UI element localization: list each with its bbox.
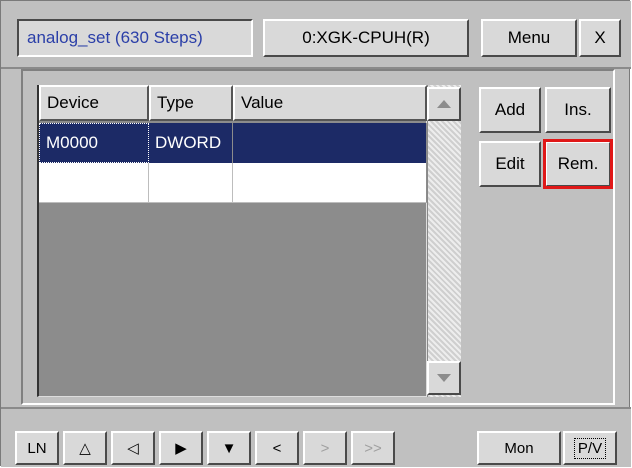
column-header-device[interactable]: Device xyxy=(39,85,149,121)
table-row-device[interactable]: M0000 xyxy=(39,123,149,163)
table-row-type[interactable] xyxy=(149,163,233,203)
table-row-value[interactable] xyxy=(233,163,427,203)
column-header-value[interactable]: Value xyxy=(233,85,427,121)
close-button[interactable]: X xyxy=(579,19,621,57)
pv-button[interactable]: P/V xyxy=(563,431,617,465)
triangle-down-icon xyxy=(437,374,451,382)
plc-monitor-window: analog_set (630 Steps) 0:XGK-CPUH(R) Men… xyxy=(0,0,631,467)
triangle-up-outline-button[interactable]: △ xyxy=(63,431,107,465)
monitor-button[interactable]: Mon xyxy=(477,431,561,465)
cpu-button[interactable]: 0:XGK-CPUH(R) xyxy=(263,19,469,57)
table-row-value[interactable] xyxy=(233,123,427,163)
column-header-type[interactable]: Type xyxy=(149,85,233,121)
triangle-right-button[interactable]: ▶ xyxy=(159,431,203,465)
scroll-down-button[interactable] xyxy=(427,361,461,395)
triangle-left-button[interactable]: ◁ xyxy=(111,431,155,465)
pv-label: P/V xyxy=(573,437,607,459)
remove-button[interactable]: Rem. xyxy=(543,139,613,189)
edit-button[interactable]: Edit xyxy=(479,141,541,187)
line-number-button[interactable]: LN xyxy=(15,431,59,465)
triangle-up-icon xyxy=(437,100,451,108)
add-button[interactable]: Add xyxy=(479,87,541,133)
top-toolbar: analog_set (630 Steps) 0:XGK-CPUH(R) Men… xyxy=(1,1,631,69)
table-row-type[interactable]: DWORD xyxy=(149,123,233,163)
insert-button[interactable]: Ins. xyxy=(545,87,611,133)
double-greater-than-button[interactable]: >> xyxy=(351,431,395,465)
table-row-device[interactable] xyxy=(39,163,149,203)
bottom-toolbar: LN △ ◁ ▶ ▼ < > >> Mon P/V xyxy=(1,407,631,467)
scroll-up-button[interactable] xyxy=(427,87,461,121)
vertical-scrollbar[interactable] xyxy=(427,85,461,397)
program-title: analog_set (630 Steps) xyxy=(17,19,253,57)
menu-button[interactable]: Menu xyxy=(481,19,577,57)
greater-than-button[interactable]: > xyxy=(303,431,347,465)
triangle-down-button[interactable]: ▼ xyxy=(207,431,251,465)
less-than-button[interactable]: < xyxy=(255,431,299,465)
